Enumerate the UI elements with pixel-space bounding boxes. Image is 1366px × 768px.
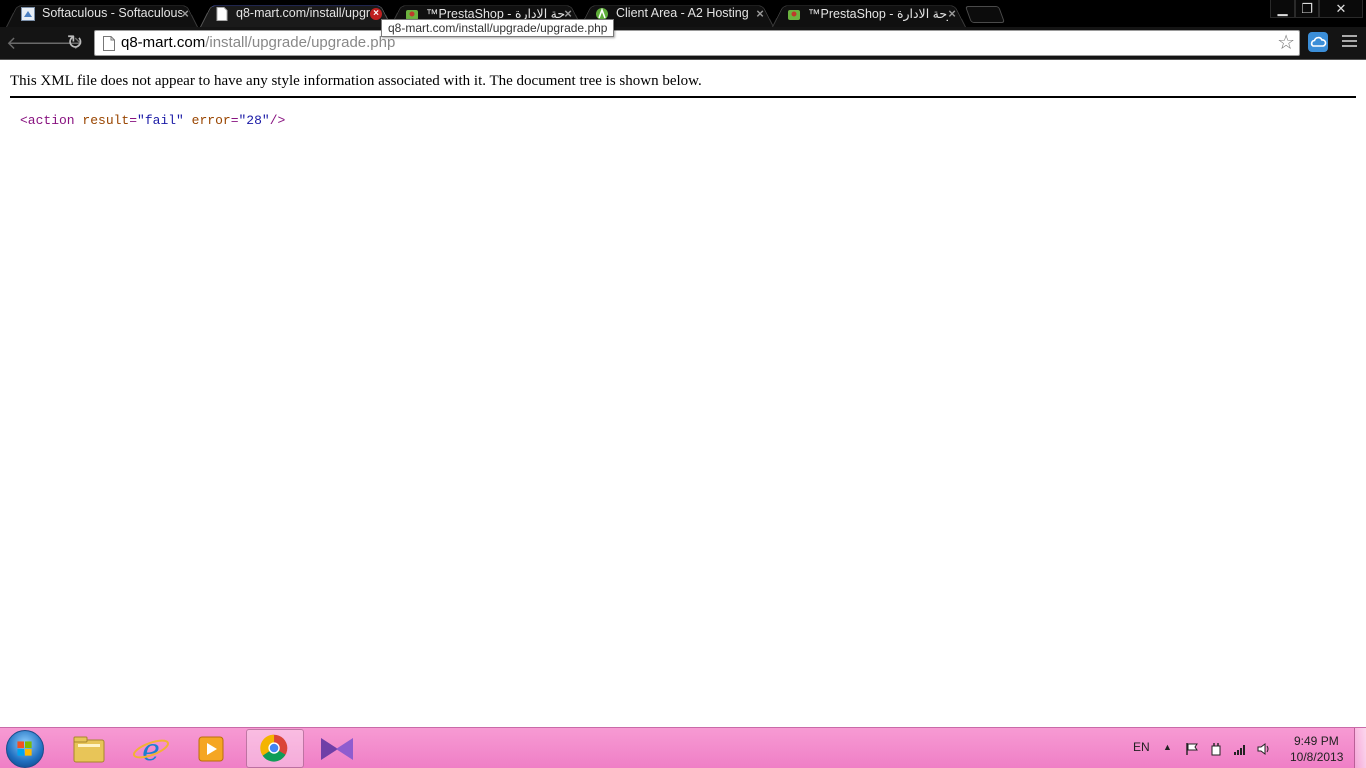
tab-upgrade-php[interactable]: q8-mart.com/install/upgr × — [200, 2, 392, 27]
taskbar-internet-explorer[interactable]: e — [122, 729, 180, 768]
bookmark-star-icon[interactable]: ☆ — [1277, 32, 1295, 54]
tab-prestashop-2[interactable]: ™PrestaShop - لوحة الادارة × — [772, 2, 966, 27]
tab-close-icon[interactable]: × — [179, 7, 191, 20]
xml-tag-close: /> — [269, 113, 286, 128]
tab-title: Softaculous - Softaculous — [42, 6, 182, 20]
tab-title: Client Area - A2 Hosting — [616, 6, 749, 20]
url-host: q8-mart.com — [121, 34, 206, 51]
restore-button[interactable]: ❐ — [1295, 0, 1319, 18]
tab-close-icon[interactable]: × — [946, 7, 958, 20]
browser-toolbar: 🡐 🡒 ↻ q8-mart.com/install/upgrade/upgrad… — [0, 27, 1366, 59]
back-button[interactable]: 🡐 — [6, 33, 54, 53]
reload-button[interactable]: ↻ — [64, 33, 86, 53]
show-hidden-icons-button[interactable]: ▲ — [1163, 742, 1172, 752]
svg-text:e: e — [142, 733, 160, 768]
xml-style-notice: This XML file does not appear to have an… — [10, 73, 702, 89]
taskbar-visual-studio[interactable] — [308, 729, 366, 768]
divider — [10, 96, 1356, 98]
tab-close-icon[interactable]: × — [754, 7, 766, 20]
tab-strip: Softaculous - Softaculous × q8-mart.com/… — [0, 0, 1366, 27]
xml-attr-name: result — [82, 113, 130, 128]
taskbar: e EN ▲ 9:49 PM 10/8/2013 — [0, 727, 1366, 768]
explorer-icon — [73, 736, 105, 763]
page-icon — [103, 36, 115, 51]
show-desktop-button[interactable] — [1354, 728, 1366, 768]
minimize-button[interactable]: ▁ — [1270, 0, 1295, 18]
xml-tree: <action result="fail" error="28"/> — [20, 113, 286, 128]
chrome-icon — [260, 734, 288, 762]
xml-attr-value: "28" — [238, 113, 270, 128]
url-path: /install/upgrade/upgrade.php — [205, 34, 396, 51]
action-center-flag-icon[interactable] — [1185, 742, 1199, 756]
tab-softaculous[interactable]: Softaculous - Softaculous × — [6, 2, 198, 27]
prestashop-icon — [788, 10, 800, 20]
page-content: This XML file does not appear to have an… — [0, 59, 1366, 727]
close-window-button[interactable]: ✕ — [1319, 0, 1363, 18]
volume-speaker-icon[interactable] — [1257, 742, 1271, 756]
taskbar-chrome[interactable] — [246, 729, 304, 768]
tab-title: ™PrestaShop - لوحة الادارة — [808, 7, 948, 21]
network-signal-icon[interactable] — [1233, 742, 1247, 756]
ie-icon: e — [132, 733, 170, 768]
media-player-icon — [198, 736, 224, 762]
url-text[interactable]: q8-mart.com/install/upgrade/upgrade.php — [121, 34, 395, 51]
clock-date[interactable]: 10/8/2013 — [1290, 750, 1343, 764]
cloud-extension-icon[interactable] — [1308, 32, 1328, 52]
xml-attr-name: error — [191, 113, 231, 128]
address-bar[interactable]: q8-mart.com/install/upgrade/upgrade.php … — [94, 30, 1300, 56]
forward-button[interactable]: 🡒 — [35, 33, 83, 53]
start-button[interactable] — [6, 730, 44, 768]
power-plug-icon[interactable] — [1209, 742, 1223, 756]
softaculous-icon — [21, 7, 35, 21]
new-tab-button[interactable] — [964, 6, 1006, 23]
clock-time[interactable]: 9:49 PM — [1294, 734, 1339, 748]
tab-tooltip: q8-mart.com/install/upgrade/upgrade.php — [381, 19, 615, 37]
chrome-menu-icon[interactable] — [1342, 35, 1357, 49]
language-indicator[interactable]: EN — [1133, 740, 1150, 754]
xml-attr-value: "fail" — [137, 113, 184, 128]
visual-studio-icon — [321, 738, 353, 760]
page-icon — [216, 7, 228, 21]
taskbar-media-player[interactable] — [182, 729, 240, 768]
xml-tag-open: <action — [20, 113, 75, 128]
taskbar-explorer[interactable] — [60, 729, 118, 768]
tab-title: q8-mart.com/install/upgr — [236, 6, 370, 20]
windows-logo-icon — [17, 741, 32, 756]
